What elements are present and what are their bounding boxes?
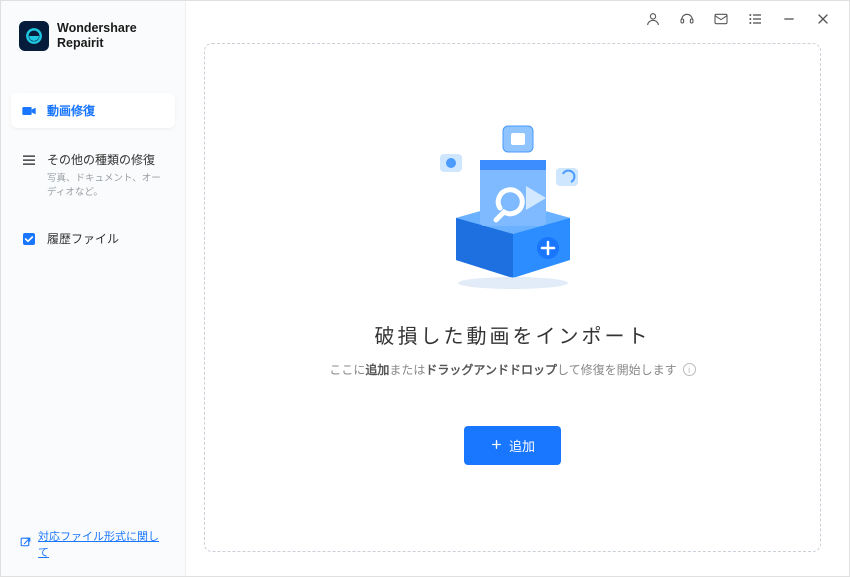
- brand-name: Wondershare Repairit: [57, 21, 137, 51]
- import-illustration: [408, 120, 618, 290]
- menu-icon: [21, 152, 37, 168]
- main-area: 破損した動画をインポート ここに追加またはドラッグアンドドロップして修復を開始し…: [186, 1, 849, 576]
- sidebar-item-label: 動画修復: [47, 102, 95, 119]
- app-logo-icon: [19, 21, 49, 51]
- sidebar-item-label: 履歴ファイル: [47, 230, 119, 247]
- minimize-icon[interactable]: [781, 11, 797, 27]
- video-icon: [21, 103, 37, 119]
- drop-zone[interactable]: 破損した動画をインポート ここに追加またはドラッグアンドドロップして修復を開始し…: [204, 43, 821, 552]
- support-icon[interactable]: [679, 11, 695, 27]
- import-heading: 破損した動画をインポート: [375, 320, 651, 349]
- sidebar-item-other-repair[interactable]: その他の種類の修復 写真、ドキュメント、オーディオなど。: [11, 142, 175, 207]
- sidebar-item-video-repair[interactable]: 動画修復: [11, 93, 175, 128]
- sidebar-item-history[interactable]: 履歴ファイル: [11, 221, 175, 256]
- mail-icon[interactable]: [713, 11, 729, 27]
- sidebar: Wondershare Repairit 動画修復 その他の種類の修復 写真、ド…: [1, 1, 186, 576]
- close-icon[interactable]: [815, 11, 831, 27]
- titlebar: [186, 1, 849, 37]
- user-icon[interactable]: [645, 11, 661, 27]
- import-subtext: ここに追加またはドラッグアンドドロップして修復を開始します i: [329, 361, 695, 378]
- sidebar-item-sublabel: 写真、ドキュメント、オーディオなど。: [47, 170, 165, 198]
- supported-formats-link[interactable]: 対応ファイル形式に関して: [1, 512, 185, 576]
- list-icon[interactable]: [747, 11, 763, 27]
- plus-icon: [490, 438, 503, 454]
- add-button[interactable]: 追加: [464, 426, 561, 465]
- check-icon: [21, 231, 37, 247]
- sidebar-item-label: その他の種類の修復: [47, 151, 165, 168]
- content: 破損した動画をインポート ここに追加またはドラッグアンドドロップして修復を開始し…: [186, 37, 849, 576]
- info-icon[interactable]: i: [683, 363, 696, 376]
- brand-row: Wondershare Repairit: [1, 1, 185, 69]
- sidebar-nav: 動画修復 その他の種類の修復 写真、ドキュメント、オーディオなど。 履歴ファイル: [1, 69, 185, 270]
- external-link-icon: [19, 536, 32, 552]
